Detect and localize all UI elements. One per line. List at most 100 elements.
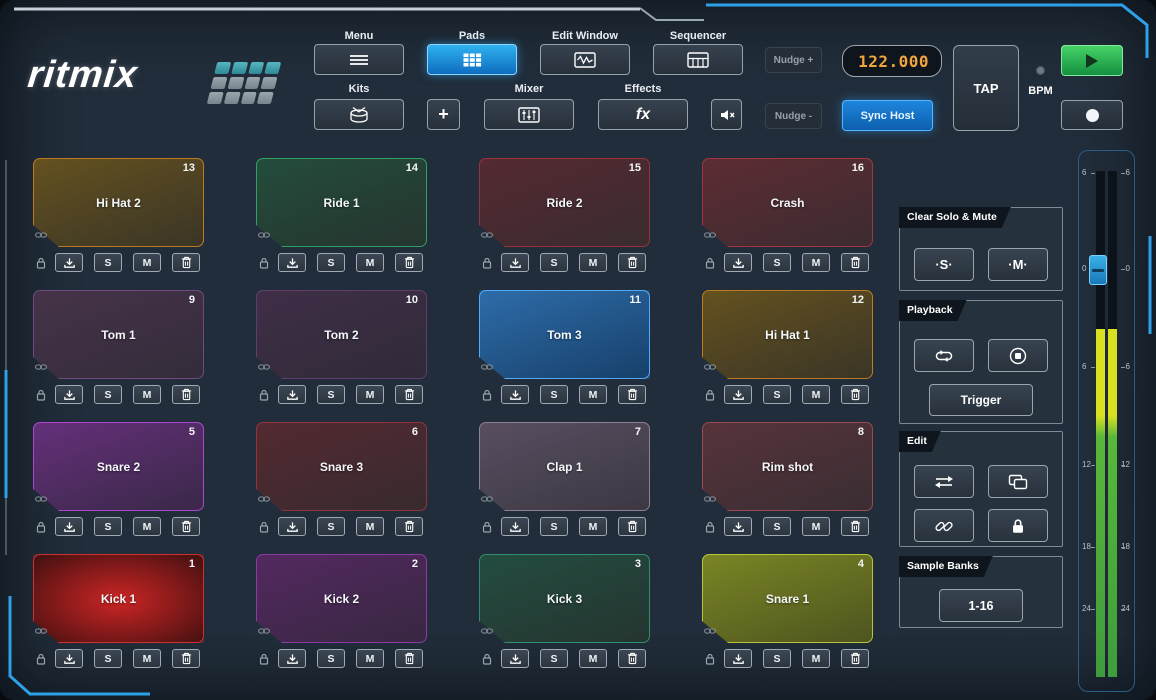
pad-lock-icon[interactable]	[482, 257, 492, 269]
pad-load-sample-button[interactable]	[724, 649, 752, 668]
pad-load-sample-button[interactable]	[278, 649, 306, 668]
pad-solo-button[interactable]: S	[94, 649, 122, 668]
edit-window-button[interactable]	[540, 44, 630, 75]
pad-delete-button[interactable]	[841, 649, 869, 668]
drum-pad[interactable]: 15 Ride 2	[479, 158, 650, 247]
drum-pad[interactable]: 10 Tom 2	[256, 290, 427, 379]
pad-lock-icon[interactable]	[36, 521, 46, 533]
pad-solo-button[interactable]: S	[540, 517, 568, 536]
pad-solo-button[interactable]: S	[94, 253, 122, 272]
pad-mute-button[interactable]: M	[802, 253, 830, 272]
pad-load-sample-button[interactable]	[724, 253, 752, 272]
drum-pad[interactable]: 16 Crash	[702, 158, 873, 247]
pad-lock-icon[interactable]	[259, 653, 269, 665]
menu-button[interactable]	[314, 44, 404, 75]
drum-pad[interactable]: 13 Hi Hat 2	[33, 158, 204, 247]
pad-load-sample-button[interactable]	[724, 385, 752, 404]
drum-pad[interactable]: 1 Kick 1	[33, 554, 204, 643]
mixer-button[interactable]	[484, 99, 574, 130]
drum-pad[interactable]: 2 Kick 2	[256, 554, 427, 643]
pad-load-sample-button[interactable]	[724, 517, 752, 536]
pad-delete-button[interactable]	[395, 517, 423, 536]
drum-pad[interactable]: 3 Kick 3	[479, 554, 650, 643]
pad-mute-button[interactable]: M	[579, 385, 607, 404]
pad-load-sample-button[interactable]	[278, 385, 306, 404]
pad-delete-button[interactable]	[172, 253, 200, 272]
pad-delete-button[interactable]	[841, 517, 869, 536]
nudge-minus-button[interactable]: Nudge -	[765, 103, 822, 129]
tap-tempo-button[interactable]: TAP	[953, 45, 1019, 131]
pad-mute-button[interactable]: M	[133, 649, 161, 668]
loop-button[interactable]	[914, 339, 974, 372]
pad-solo-button[interactable]: S	[763, 385, 791, 404]
add-pad-bank-button[interactable]: +	[427, 99, 460, 130]
pad-load-sample-button[interactable]	[55, 385, 83, 404]
clear-all-mute-button[interactable]: ·M·	[988, 248, 1048, 281]
sync-host-button[interactable]: Sync Host	[842, 100, 933, 131]
pads-button[interactable]	[427, 44, 517, 75]
pad-lock-icon[interactable]	[259, 389, 269, 401]
pad-lock-icon[interactable]	[36, 257, 46, 269]
pad-delete-button[interactable]	[618, 649, 646, 668]
pad-delete-button[interactable]	[841, 253, 869, 272]
record-button[interactable]	[1061, 100, 1123, 130]
pad-mute-button[interactable]: M	[802, 649, 830, 668]
drum-pad[interactable]: 5 Snare 2	[33, 422, 204, 511]
pad-solo-button[interactable]: S	[540, 385, 568, 404]
pad-mute-button[interactable]: M	[802, 385, 830, 404]
pad-delete-button[interactable]	[172, 385, 200, 404]
pad-lock-icon[interactable]	[36, 389, 46, 401]
pad-solo-button[interactable]: S	[317, 385, 345, 404]
pad-delete-button[interactable]	[172, 649, 200, 668]
pad-lock-icon[interactable]	[482, 653, 492, 665]
pad-delete-button[interactable]	[395, 253, 423, 272]
pad-load-sample-button[interactable]	[55, 649, 83, 668]
bpm-display[interactable]: 122.000	[842, 45, 942, 77]
pad-solo-button[interactable]: S	[540, 649, 568, 668]
trigger-button[interactable]: Trigger	[929, 384, 1033, 416]
pad-solo-button[interactable]: S	[763, 649, 791, 668]
pad-lock-icon[interactable]	[705, 653, 715, 665]
sequencer-button[interactable]	[653, 44, 743, 75]
effects-button[interactable]: fx	[598, 99, 688, 130]
pad-load-sample-button[interactable]	[501, 385, 529, 404]
pad-mute-button[interactable]: M	[133, 517, 161, 536]
drum-pad[interactable]: 14 Ride 1	[256, 158, 427, 247]
drum-pad[interactable]: 11 Tom 3	[479, 290, 650, 379]
nudge-plus-button[interactable]: Nudge +	[765, 47, 822, 73]
pad-load-sample-button[interactable]	[278, 517, 306, 536]
swap-pads-button[interactable]	[914, 465, 974, 498]
pad-solo-button[interactable]: S	[317, 649, 345, 668]
pad-solo-button[interactable]: S	[317, 253, 345, 272]
pad-solo-button[interactable]: S	[94, 517, 122, 536]
pad-mute-button[interactable]: M	[133, 385, 161, 404]
pad-lock-icon[interactable]	[259, 257, 269, 269]
pad-mute-button[interactable]: M	[579, 517, 607, 536]
clear-all-solo-button[interactable]: ·S·	[914, 248, 974, 281]
drum-pad[interactable]: 4 Snare 1	[702, 554, 873, 643]
pad-mute-button[interactable]: M	[356, 517, 384, 536]
pad-delete-button[interactable]	[618, 253, 646, 272]
pad-solo-button[interactable]: S	[317, 517, 345, 536]
pad-solo-button[interactable]: S	[763, 517, 791, 536]
pad-mute-button[interactable]: M	[802, 517, 830, 536]
pad-delete-button[interactable]	[841, 385, 869, 404]
pad-lock-icon[interactable]	[259, 521, 269, 533]
lock-pads-button[interactable]	[988, 509, 1048, 542]
pad-load-sample-button[interactable]	[501, 517, 529, 536]
pad-lock-icon[interactable]	[482, 521, 492, 533]
bank-range-button[interactable]: 1-16	[939, 589, 1023, 622]
pad-lock-icon[interactable]	[705, 521, 715, 533]
drum-pad[interactable]: 8 Rim shot	[702, 422, 873, 511]
pad-lock-icon[interactable]	[705, 257, 715, 269]
drum-pad[interactable]: 12 Hi Hat 1	[702, 290, 873, 379]
pad-load-sample-button[interactable]	[501, 253, 529, 272]
drum-pad[interactable]: 7 Clap 1	[479, 422, 650, 511]
pad-mute-button[interactable]: M	[579, 253, 607, 272]
pad-lock-icon[interactable]	[705, 389, 715, 401]
pad-mute-button[interactable]: M	[356, 253, 384, 272]
play-button[interactable]	[1061, 45, 1123, 76]
pad-delete-button[interactable]	[618, 385, 646, 404]
pad-load-sample-button[interactable]	[55, 253, 83, 272]
pad-load-sample-button[interactable]	[278, 253, 306, 272]
